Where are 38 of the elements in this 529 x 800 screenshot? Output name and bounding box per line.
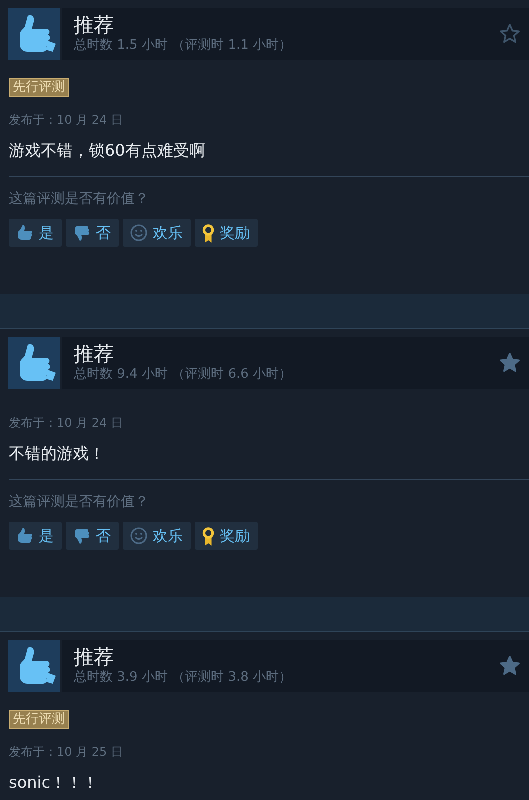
ribbon-medal-icon xyxy=(201,222,216,244)
star-icon[interactable] xyxy=(499,352,521,374)
yes-button[interactable]: 是 xyxy=(9,219,62,247)
posted-date: 发布于：10 月 24 日 xyxy=(9,415,124,431)
early-access-badge: 先行评测 xyxy=(9,710,69,729)
early-access-badge: 先行评测 xyxy=(9,78,69,97)
funny-button[interactable]: 欢乐 xyxy=(123,219,191,247)
smiley-icon xyxy=(129,526,149,546)
playtime-text: 总时数 3.9 小时 （评测时 3.8 小时） xyxy=(74,669,292,687)
thumbs-up-icon xyxy=(8,8,60,60)
playtime-text: 总时数 1.5 小时 （评测时 1.1 小时） xyxy=(74,37,292,55)
thumbs-up-icon xyxy=(15,526,35,546)
smiley-icon xyxy=(129,223,149,243)
review-text: 不错的游戏！ xyxy=(9,443,106,465)
no-button[interactable]: 否 xyxy=(66,219,119,247)
review-verdict: 推荐 xyxy=(74,13,115,37)
posted-date: 发布于：10 月 24 日 xyxy=(9,112,124,128)
thumbs-down-icon xyxy=(72,526,92,546)
review-text: 游戏不错，锁60有点难受啊 xyxy=(9,140,206,162)
review-verdict: 推荐 xyxy=(74,645,115,669)
helpful-question: 这篇评测是否有价值？ xyxy=(9,190,150,209)
thumbs-up-icon xyxy=(15,223,35,243)
review-text: sonic！！！ xyxy=(9,772,100,794)
funny-button[interactable]: 欢乐 xyxy=(123,522,191,550)
no-button[interactable]: 否 xyxy=(66,522,119,550)
playtime-text: 总时数 9.4 小时 （评测时 6.6 小时） xyxy=(74,366,292,384)
helpful-question: 这篇评测是否有价值？ xyxy=(9,493,150,512)
star-icon[interactable] xyxy=(499,23,521,45)
yes-button[interactable]: 是 xyxy=(9,522,62,550)
star-icon[interactable] xyxy=(499,655,521,677)
ribbon-medal-icon xyxy=(201,526,216,546)
review-verdict: 推荐 xyxy=(74,342,115,366)
award-button[interactable]: 奖励 xyxy=(195,522,258,550)
thumbs-up-icon xyxy=(8,640,60,692)
thumbs-up-icon xyxy=(8,337,60,389)
thumbs-down-icon xyxy=(72,223,92,243)
posted-date: 发布于：10 月 25 日 xyxy=(9,744,124,760)
award-button[interactable]: 奖励 xyxy=(195,219,258,247)
